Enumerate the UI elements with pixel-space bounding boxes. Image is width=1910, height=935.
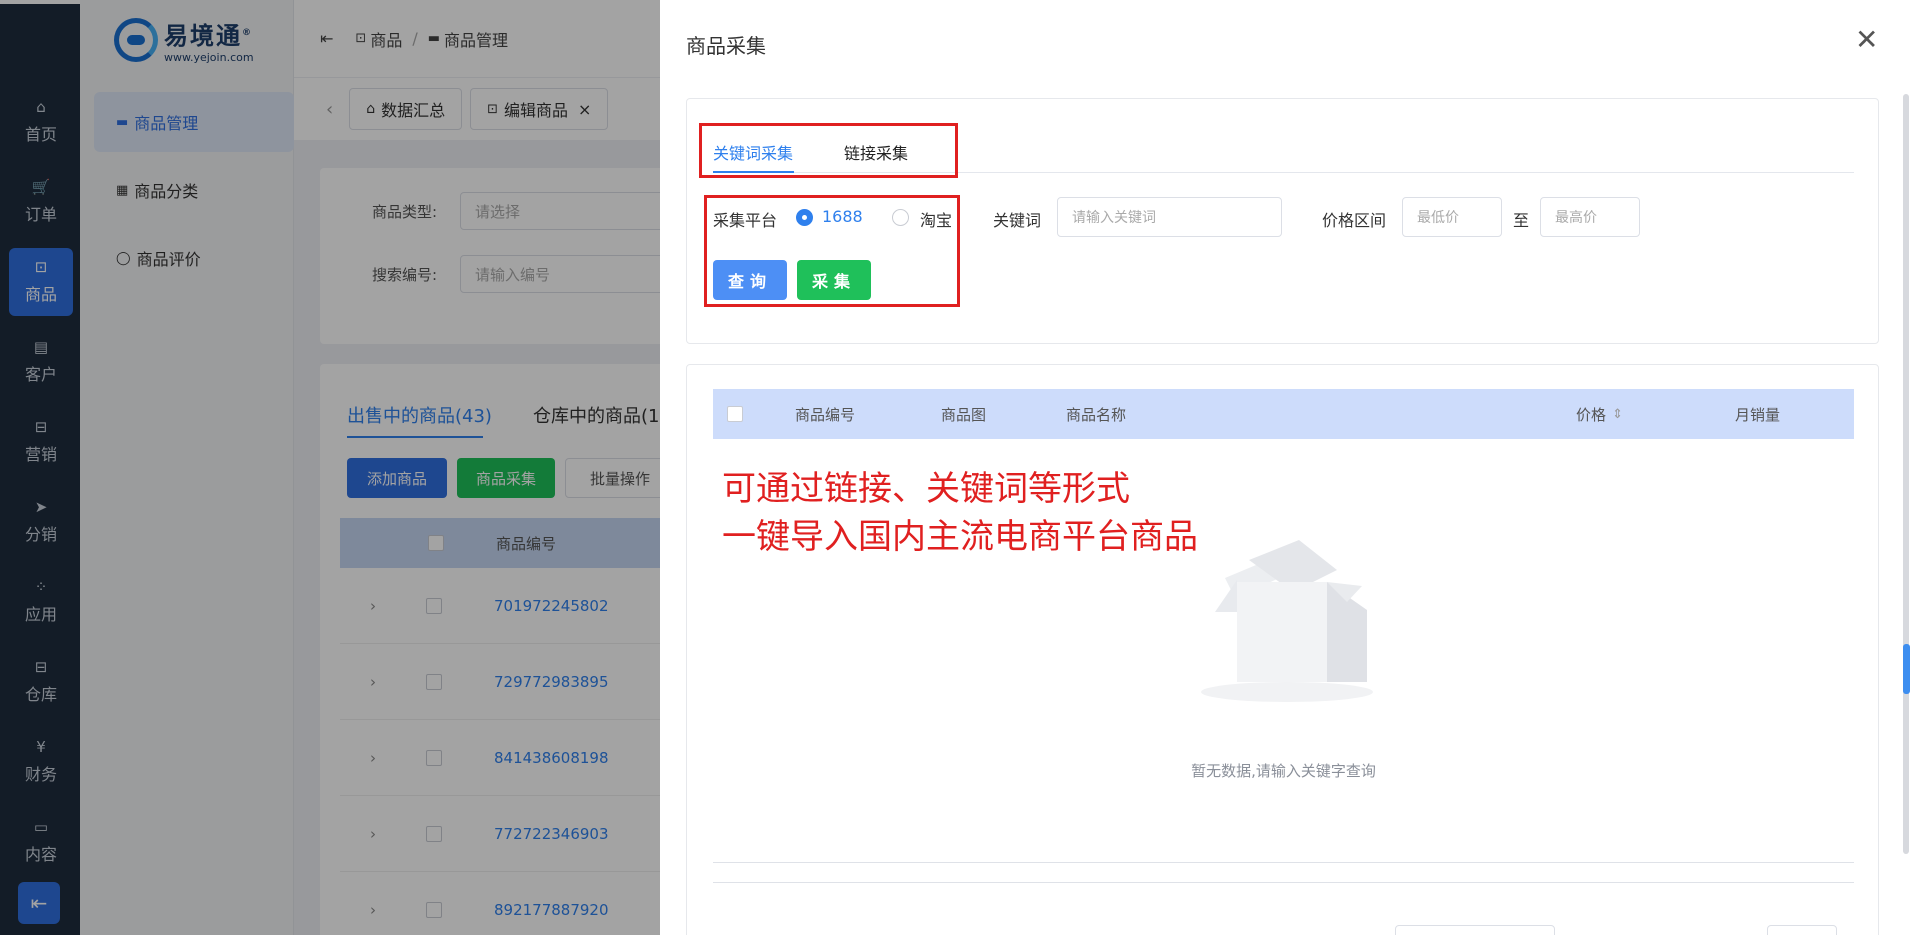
product-collect-drawer: 商品采集 ✕ 关键词采集 链接采集 采集平台 1688 淘宝 关键词 请输入关键… <box>660 0 1910 935</box>
empty-box-icon <box>1201 540 1373 702</box>
price-max-input[interactable]: 最高价 <box>1540 197 1640 237</box>
close-icon[interactable]: ✕ <box>1855 26 1878 54</box>
keyword-input[interactable]: 请输入关键词 <box>1057 197 1282 237</box>
annotation-line: 可通过链接、关键词等形式 <box>722 469 1130 509</box>
options-highlight-box <box>704 195 960 307</box>
drawer-title: 商品采集 <box>686 34 766 58</box>
annotation-text: 可通过链接、关键词等形式 一键导入国内主流电商平台商品 <box>722 465 1198 561</box>
divider <box>713 862 1854 863</box>
collect-search-panel: 关键词采集 链接采集 采集平台 1688 淘宝 关键词 请输入关键词 价格区间 … <box>686 98 1879 344</box>
column-product-image: 商品图 <box>941 405 987 424</box>
column-price[interactable]: 价格 <box>1576 404 1606 425</box>
page-jump-input[interactable] <box>1767 925 1837 935</box>
price-range-label: 价格区间 <box>1322 211 1387 230</box>
sort-icon[interactable]: ⇕ <box>1612 407 1623 422</box>
empty-state-text: 暂无数据,请输入关键字查询 <box>1191 762 1376 780</box>
collect-results-panel: 商品编号 商品图 商品名称 价格 ⇕ 月销量 可通过链接、关键词等形式 一键导入… <box>686 364 1879 935</box>
app-root: ⌂ 首页 🛒 订单 ⊡ 商品 ▤ 客户 ⊟ 营销 ➤ 分销 ⁘ 应用 ⊟ 仓库 <box>0 0 1910 935</box>
divider <box>713 882 1854 883</box>
annotation-line: 一键导入国内主流电商平台商品 <box>722 517 1198 557</box>
select-all-checkbox[interactable] <box>727 406 743 422</box>
column-monthly-sales: 月销量 <box>1734 405 1780 424</box>
price-to-label: 至 <box>1513 211 1530 230</box>
drawer-scrollbar[interactable] <box>1903 94 1909 854</box>
price-min-input[interactable]: 最低价 <box>1402 197 1502 237</box>
column-product-code: 商品编号 <box>795 405 856 424</box>
page-size-select[interactable] <box>1395 925 1555 935</box>
side-float-handle[interactable] <box>1903 644 1910 694</box>
tabs-highlight-box <box>699 123 958 178</box>
keyword-label: 关键词 <box>993 211 1042 230</box>
column-product-name: 商品名称 <box>1066 405 1127 424</box>
results-table-header: 商品编号 商品图 商品名称 价格 ⇕ 月销量 <box>713 389 1854 439</box>
